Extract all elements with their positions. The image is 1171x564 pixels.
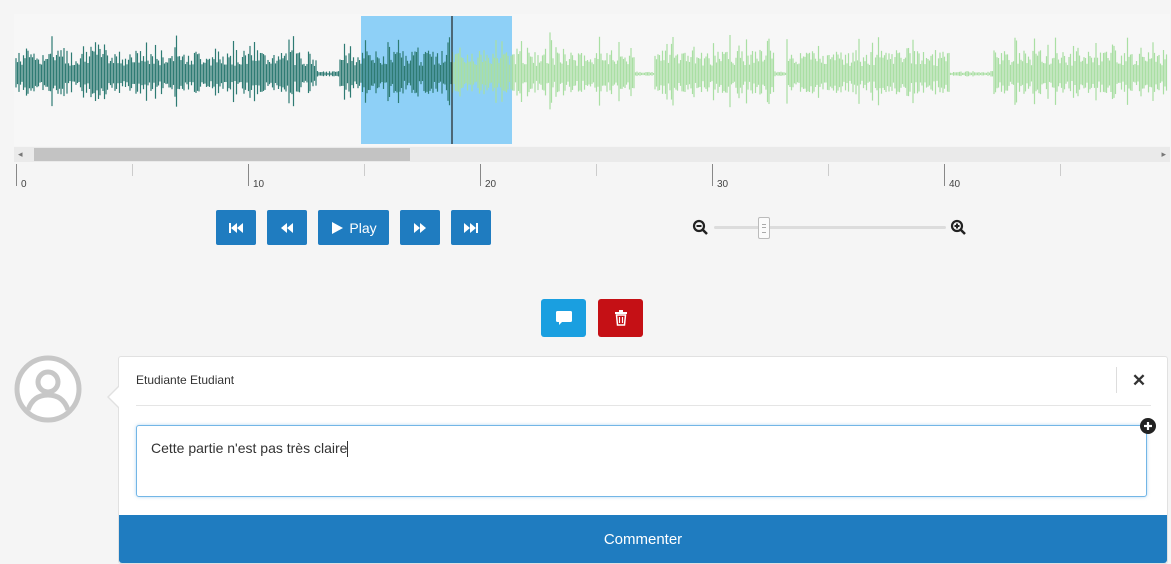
ruler-tick-minor xyxy=(828,164,829,176)
close-icon[interactable]: ✕ xyxy=(1127,369,1151,393)
waveform-graphic[interactable] xyxy=(14,14,1170,146)
scrollbar-thumb[interactable] xyxy=(34,148,410,161)
skip-forward-icon xyxy=(464,222,478,233)
panel-pointer-inner xyxy=(109,386,120,408)
comment-panel: Etudiante Etudiant ✕ Cette partie n'est … xyxy=(107,356,1168,564)
text-cursor xyxy=(347,441,349,458)
ruler-tick-minor xyxy=(596,164,597,176)
ruler-tick xyxy=(248,164,249,186)
zoom-track[interactable] xyxy=(714,226,946,229)
comment-text: Cette partie n'est pas très claire xyxy=(151,440,348,456)
delete-button[interactable] xyxy=(598,299,643,337)
fast-forward-icon xyxy=(414,222,426,233)
ruler-tick xyxy=(712,164,713,186)
ruler-label: 20 xyxy=(485,179,497,190)
ruler-label: 40 xyxy=(949,179,961,190)
comment-textarea[interactable]: Cette partie n'est pas très claire xyxy=(136,425,1147,497)
rewind-button[interactable] xyxy=(267,210,307,245)
play-icon xyxy=(332,221,344,234)
waveform-peaks xyxy=(15,32,1168,110)
add-comment-button[interactable] xyxy=(541,299,586,337)
zoom-slider-handle[interactable] xyxy=(757,217,770,239)
ruler-label: 0 xyxy=(21,179,27,190)
ruler-tick xyxy=(944,164,945,186)
ruler-tick xyxy=(16,164,17,186)
play-label: Play xyxy=(349,219,377,236)
skip-forward-button[interactable] xyxy=(451,210,491,245)
ruler-tick-minor xyxy=(132,164,133,176)
zoom-control xyxy=(690,214,970,240)
zoom-in-icon[interactable] xyxy=(950,219,968,237)
skip-back-icon xyxy=(229,222,243,233)
timeline-ruler: 0 10 20 30 40 xyxy=(14,164,1170,192)
submit-comment-button[interactable]: Commenter xyxy=(119,515,1167,563)
waveform[interactable] xyxy=(14,14,1170,146)
trash-icon xyxy=(614,310,627,326)
comment-author: Etudiante Etudiant xyxy=(136,373,235,387)
scroll-left-icon[interactable]: ◂ xyxy=(18,149,23,160)
ruler-tick xyxy=(480,164,481,186)
fast-forward-button[interactable] xyxy=(400,210,440,245)
ruler-label: 30 xyxy=(717,179,729,190)
user-avatar-icon xyxy=(14,355,82,423)
ruler-tick-minor xyxy=(364,164,365,176)
timeline-scrollbar[interactable]: ◂ ▸ xyxy=(14,147,1170,162)
comment-icon xyxy=(555,311,572,325)
add-attachment-icon[interactable] xyxy=(1139,417,1157,435)
comment-text-row: Cette partie n'est pas très claire xyxy=(151,440,349,458)
header-divider xyxy=(1116,367,1117,393)
rewind-icon xyxy=(281,222,293,233)
zoom-out-icon[interactable] xyxy=(692,219,710,237)
play-button[interactable]: Play xyxy=(318,210,389,245)
ruler-tick-minor xyxy=(1060,164,1061,176)
skip-back-button[interactable] xyxy=(216,210,256,245)
panel-divider xyxy=(136,405,1151,406)
scroll-right-icon[interactable]: ▸ xyxy=(1161,149,1166,160)
ruler-label: 10 xyxy=(253,179,265,190)
